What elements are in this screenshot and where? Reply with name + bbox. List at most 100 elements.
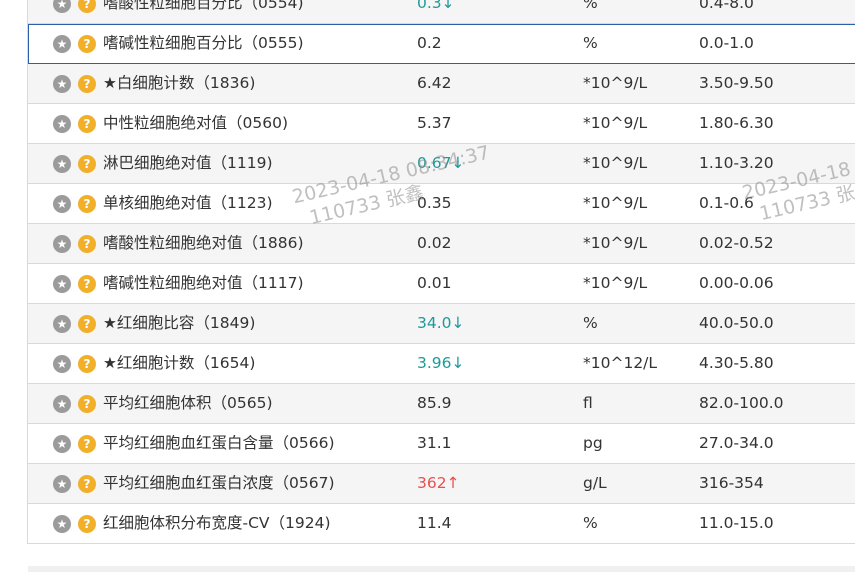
left-gutter <box>0 0 28 572</box>
unit: *10^12/L <box>583 354 658 372</box>
help-icon[interactable]: ? <box>78 275 96 293</box>
table-row-selected[interactable]: ★ ? 嗜碱性粒细胞百分比（0555) 0.2 % 0.0-1.0 <box>28 24 855 64</box>
star-icon[interactable]: ★ <box>53 355 71 373</box>
test-name: ★红细胞计数（1654) <box>103 354 256 372</box>
star-icon[interactable]: ★ <box>53 515 71 533</box>
unit: % <box>583 514 598 532</box>
test-name: 嗜碱性粒细胞绝对值（1117) <box>103 274 304 292</box>
unit: *10^9/L <box>583 194 648 212</box>
result-value: 0.67↓ <box>417 154 465 172</box>
help-icon[interactable]: ? <box>78 355 96 373</box>
high-flag-icon: ↑ <box>446 474 460 492</box>
low-flag-icon: ↓ <box>451 354 465 372</box>
help-icon[interactable]: ? <box>78 0 96 13</box>
unit: % <box>583 34 598 52</box>
low-flag-icon: ↓ <box>441 0 455 12</box>
reference-range: 11.0-15.0 <box>699 514 774 532</box>
low-flag-icon: ↓ <box>451 154 465 172</box>
test-name: 平均红细胞血红蛋白浓度（0567) <box>103 474 335 492</box>
help-icon[interactable]: ? <box>78 515 96 533</box>
lab-results-table: ★ ? 嗜酸性粒细胞百分比（0554) 0.3↓ % 0.4-8.0 ★ ? 嗜… <box>27 0 855 544</box>
reference-range: 1.10-3.20 <box>699 154 774 172</box>
table-row[interactable]: ★ ? 嗜酸性粒细胞绝对值（1886) 0.02 *10^9/L 0.02-0.… <box>28 224 855 264</box>
table-row[interactable]: ★ ? ★白细胞计数（1836) 6.42 *10^9/L 3.50-9.50 <box>28 64 855 104</box>
star-icon[interactable]: ★ <box>53 395 71 413</box>
table-row[interactable]: ★ ? 嗜酸性粒细胞百分比（0554) 0.3↓ % 0.4-8.0 <box>28 0 855 24</box>
unit: *10^9/L <box>583 234 648 252</box>
reference-range: 0.4-8.0 <box>699 0 754 12</box>
test-name: 淋巴细胞绝对值（1119) <box>103 154 273 172</box>
star-icon[interactable]: ★ <box>53 275 71 293</box>
star-icon[interactable]: ★ <box>53 115 71 133</box>
help-icon[interactable]: ? <box>78 235 96 253</box>
test-name: ★白细胞计数（1836) <box>103 74 256 92</box>
table-row[interactable]: ★ ? ★红细胞比容（1849) 34.0↓ % 40.0-50.0 <box>28 304 855 344</box>
test-name: ★红细胞比容（1849) <box>103 314 256 332</box>
reference-range: 0.00-0.06 <box>699 274 774 292</box>
reference-range: 0.1-0.6 <box>699 194 754 212</box>
table-row[interactable]: ★ ? 嗜碱性粒细胞绝对值（1117) 0.01 *10^9/L 0.00-0.… <box>28 264 855 304</box>
unit: % <box>583 0 598 12</box>
reference-range: 40.0-50.0 <box>699 314 774 332</box>
help-icon[interactable]: ? <box>78 75 96 93</box>
result-value: 6.42 <box>417 74 452 92</box>
star-icon[interactable]: ★ <box>53 75 71 93</box>
result-value: 0.02 <box>417 234 452 252</box>
result-value: 0.2 <box>417 34 442 52</box>
reference-range: 0.0-1.0 <box>699 34 754 52</box>
table-row[interactable]: ★ ? 单核细胞绝对值（1123) 0.35 *10^9/L 0.1-0.6 <box>28 184 855 224</box>
help-icon[interactable]: ? <box>78 195 96 213</box>
test-name: 平均红细胞体积（0565) <box>103 394 273 412</box>
table-row[interactable]: ★ ? 淋巴细胞绝对值（1119) 0.67↓ *10^9/L 1.10-3.2… <box>28 144 855 184</box>
reference-range: 316-354 <box>699 474 764 492</box>
help-icon[interactable]: ? <box>78 35 96 53</box>
help-icon[interactable]: ? <box>78 435 96 453</box>
test-name: 单核细胞绝对值（1123) <box>103 194 273 212</box>
bottom-scroll-area <box>28 566 855 572</box>
table-row[interactable]: ★ ? 中性粒细胞绝对值（0560) 5.37 *10^9/L 1.80-6.3… <box>28 104 855 144</box>
reference-range: 1.80-6.30 <box>699 114 774 132</box>
star-icon[interactable]: ★ <box>53 315 71 333</box>
unit: *10^9/L <box>583 274 648 292</box>
help-icon[interactable]: ? <box>78 315 96 333</box>
result-value: 362↑ <box>417 474 460 492</box>
unit: *10^9/L <box>583 114 648 132</box>
unit: pg <box>583 434 603 452</box>
reference-range: 0.02-0.52 <box>699 234 774 252</box>
result-value: 3.96↓ <box>417 354 465 372</box>
table-row[interactable]: ★ ? 平均红细胞血红蛋白浓度（0567) 362↑ g/L 316-354 <box>28 464 855 504</box>
help-icon[interactable]: ? <box>78 155 96 173</box>
star-icon[interactable]: ★ <box>53 195 71 213</box>
table-row[interactable]: ★ ? 平均红细胞体积（0565) 85.9 fl 82.0-100.0 <box>28 384 855 424</box>
result-value: 5.37 <box>417 114 452 132</box>
reference-range: 82.0-100.0 <box>699 394 784 412</box>
low-flag-icon: ↓ <box>451 314 465 332</box>
table-row[interactable]: ★ ? 平均红细胞血红蛋白含量（0566) 31.1 pg 27.0-34.0 <box>28 424 855 464</box>
unit: g/L <box>583 474 607 492</box>
test-name: 嗜碱性粒细胞百分比（0555) <box>103 34 304 52</box>
result-value: 0.35 <box>417 194 452 212</box>
table-row[interactable]: ★ ? ★红细胞计数（1654) 3.96↓ *10^12/L 4.30-5.8… <box>28 344 855 384</box>
table-row[interactable]: ★ ? 红细胞体积分布宽度-CV（1924) 11.4 % 11.0-15.0 <box>28 504 855 544</box>
unit: *10^9/L <box>583 154 648 172</box>
star-icon[interactable]: ★ <box>53 35 71 53</box>
result-value: 0.3↓ <box>417 0 455 23</box>
unit: % <box>583 314 598 332</box>
result-value: 11.4 <box>417 514 452 532</box>
reference-range: 27.0-34.0 <box>699 434 774 452</box>
result-value: 34.0↓ <box>417 314 465 332</box>
star-icon[interactable]: ★ <box>53 0 71 13</box>
star-icon[interactable]: ★ <box>53 155 71 173</box>
help-icon[interactable]: ? <box>78 475 96 493</box>
result-value: 31.1 <box>417 434 452 452</box>
star-icon[interactable]: ★ <box>53 435 71 453</box>
help-icon[interactable]: ? <box>78 395 96 413</box>
test-name: 中性粒细胞绝对值（0560) <box>103 114 288 132</box>
reference-range: 4.30-5.80 <box>699 354 774 372</box>
test-name: 嗜酸性粒细胞绝对值（1886) <box>103 234 304 252</box>
test-name: 嗜酸性粒细胞百分比（0554) <box>103 0 304 12</box>
unit: *10^9/L <box>583 74 648 92</box>
help-icon[interactable]: ? <box>78 115 96 133</box>
star-icon[interactable]: ★ <box>53 475 71 493</box>
star-icon[interactable]: ★ <box>53 235 71 253</box>
